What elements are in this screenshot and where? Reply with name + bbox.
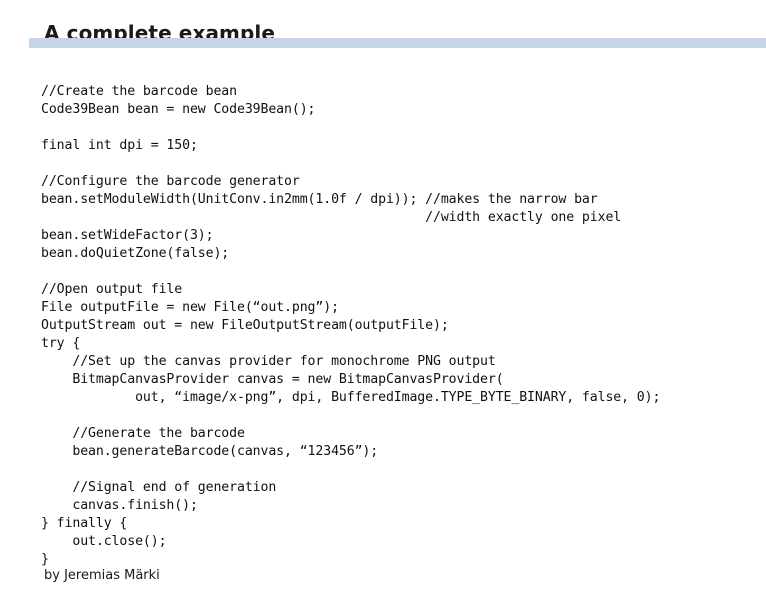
title-accent-rule xyxy=(29,38,766,48)
code-line: BitmapCanvasProvider canvas = new Bitmap… xyxy=(41,372,504,388)
code-line: out.close(); xyxy=(41,534,167,550)
code-line: bean.generateBarcode(canvas, “123456”); xyxy=(41,444,379,460)
code-line: bean.setWideFactor(3); xyxy=(41,228,214,244)
author-credit: by Jeremias Märki xyxy=(44,568,160,583)
code-line: //Create the barcode bean xyxy=(41,84,237,100)
slide-canvas: A complete example //Create the barcode … xyxy=(0,0,766,610)
code-line: //Signal end of generation xyxy=(41,480,277,496)
code-block: //Create the barcode bean Code39Bean bean… xyxy=(41,83,751,569)
code-line: OutputStream out = new FileOutputStream(… xyxy=(41,318,449,334)
code-content: //Create the barcode bean Code39Bean bean… xyxy=(41,83,751,569)
code-line: bean.setModuleWidth(UnitConv.in2mm(1.0f … xyxy=(41,192,598,208)
code-line: Code39Bean bean = new Code39Bean(); xyxy=(41,102,316,118)
code-line: } xyxy=(41,552,49,568)
code-line: final int dpi = 150; xyxy=(41,138,198,154)
code-line: File outputFile = new File(“out.png”); xyxy=(41,300,339,316)
code-line: //width exactly one pixel xyxy=(41,210,622,226)
code-line: bean.doQuietZone(false); xyxy=(41,246,230,262)
code-line: //Open output file xyxy=(41,282,183,298)
code-line: //Configure the barcode generator xyxy=(41,174,300,190)
code-line: out, “image/x-png”, dpi, BufferedImage.T… xyxy=(41,390,661,406)
code-line: canvas.finish(); xyxy=(41,498,198,514)
code-line: try { xyxy=(41,336,81,352)
code-line: } finally { xyxy=(41,516,128,532)
code-line: //Generate the barcode xyxy=(41,426,245,442)
code-line: //Set up the canvas provider for monochr… xyxy=(41,354,496,370)
